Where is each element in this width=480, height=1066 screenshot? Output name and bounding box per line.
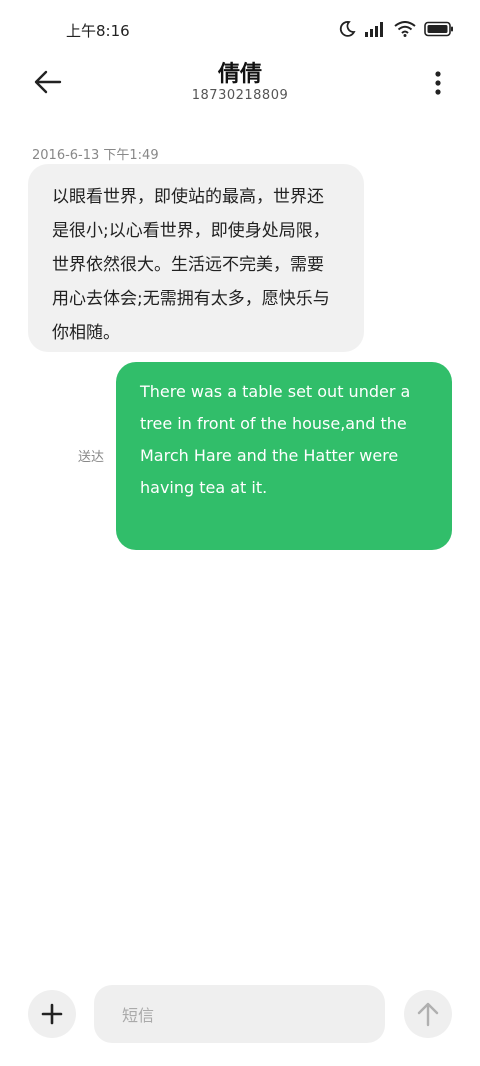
wifi-icon xyxy=(394,21,416,37)
composer-bar: 短信 xyxy=(0,980,480,1050)
outgoing-message-text: There was a table set out under a tree i… xyxy=(140,382,411,497)
more-menu-button[interactable] xyxy=(434,70,442,96)
message-input[interactable]: 短信 xyxy=(94,985,385,1043)
incoming-message-text: 以眼看世界，即使站的最高，世界还是很小;以心看世界，即使身处局限，世界依然很大。… xyxy=(52,187,330,343)
battery-icon xyxy=(424,21,454,37)
incoming-message-bubble[interactable]: 以眼看世界，即使站的最高，世界还是很小;以心看世界，即使身处局限，世界依然很大。… xyxy=(28,164,364,352)
status-time: 上午8:16 xyxy=(66,22,130,40)
plus-icon xyxy=(41,1003,63,1025)
status-bar: 上午8:16 xyxy=(0,0,480,60)
message-input-placeholder: 短信 xyxy=(122,1006,155,1025)
status-icons xyxy=(338,20,454,38)
more-vertical-icon xyxy=(435,71,441,95)
delivery-status: 送达 xyxy=(78,450,105,465)
add-attachment-button[interactable] xyxy=(28,990,76,1038)
arrow-up-icon xyxy=(417,1002,439,1027)
send-button[interactable] xyxy=(404,990,452,1038)
message-timestamp: 2016-6-13 下午1:49 xyxy=(32,148,159,163)
signal-icon xyxy=(364,21,386,37)
conversation-header: 倩倩 18730218809 xyxy=(0,56,480,116)
outgoing-message-bubble[interactable]: There was a table set out under a tree i… xyxy=(116,362,452,550)
contact-number: 18730218809 xyxy=(191,88,289,103)
moon-icon xyxy=(338,20,356,38)
contact-name[interactable]: 倩倩 xyxy=(0,56,480,88)
